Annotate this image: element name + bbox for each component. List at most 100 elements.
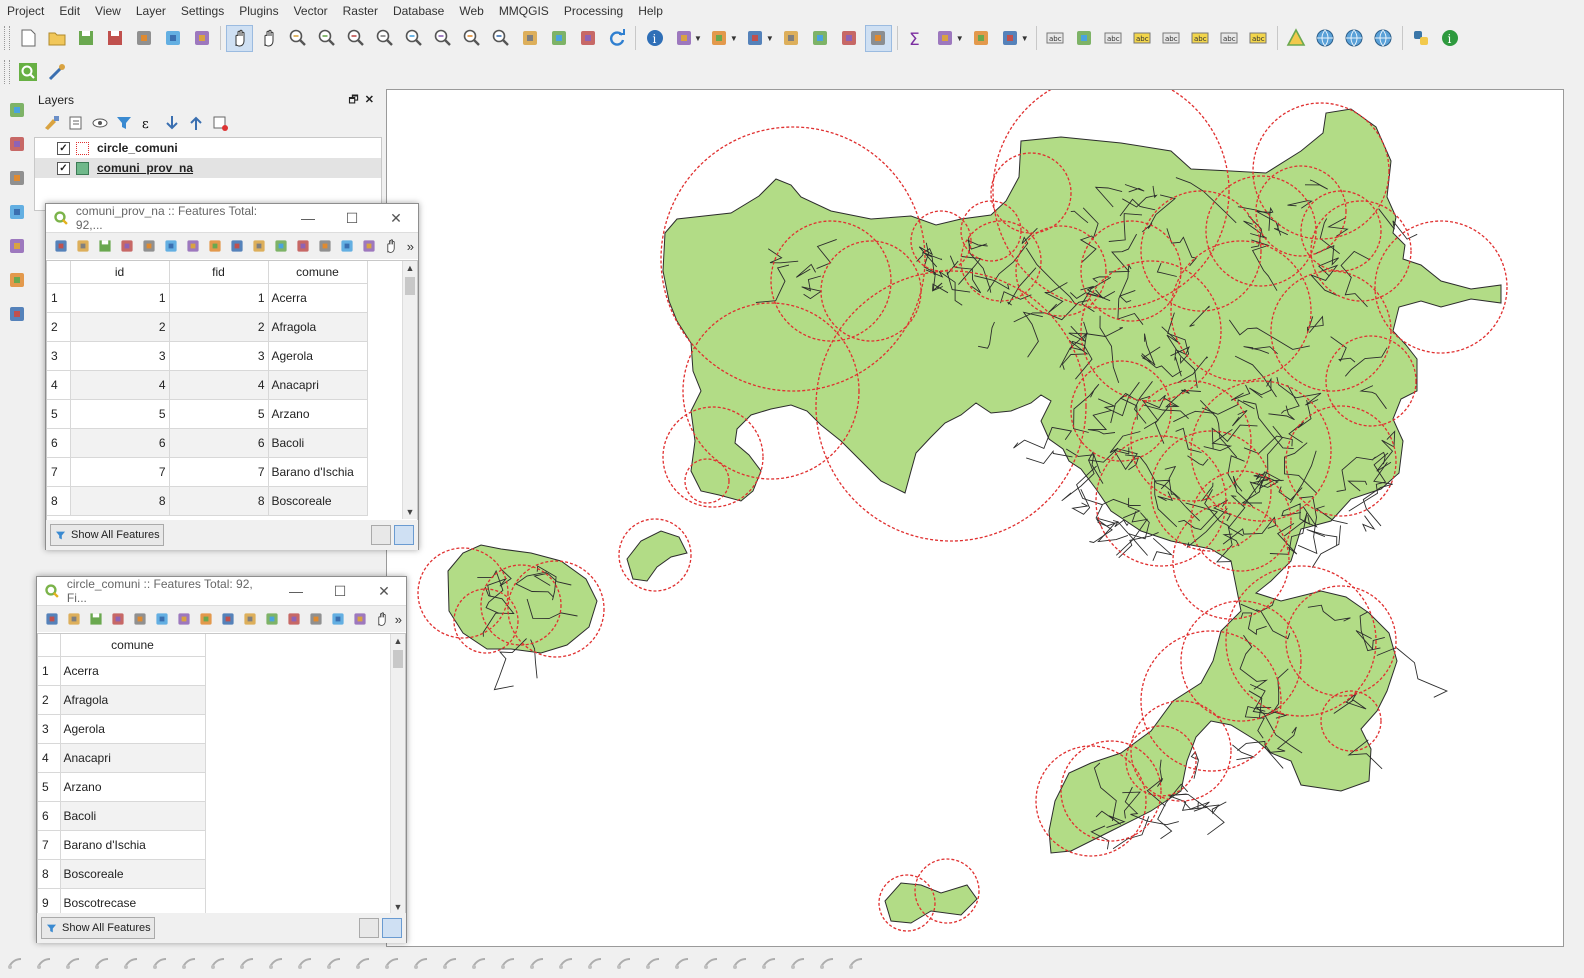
table-cell[interactable]: Bacoli <box>268 428 368 458</box>
move-selection-top-icon[interactable] <box>349 608 371 630</box>
table-cell[interactable]: Agerola <box>60 714 206 744</box>
attribute-table-icon[interactable] <box>807 25 834 52</box>
row-number[interactable]: 3 <box>38 714 61 744</box>
table-cell[interactable]: 1 <box>70 283 170 313</box>
toggle-editing-icon[interactable] <box>41 608 63 630</box>
open-project-icon[interactable] <box>43 25 70 52</box>
identify-icon[interactable]: i <box>641 25 668 52</box>
multi-edit-icon[interactable] <box>63 608 85 630</box>
table-cell[interactable]: 5 <box>169 399 269 429</box>
table-cell[interactable]: 2 <box>169 312 269 342</box>
layer-visibility-checkbox[interactable]: ✓ <box>57 161 70 175</box>
new-map-view-icon[interactable] <box>516 25 543 52</box>
delete-feature-icon[interactable] <box>151 608 173 630</box>
digitizing-tool-icon[interactable] <box>59 950 86 977</box>
new-3d-view-icon[interactable] <box>545 25 572 52</box>
measure-icon[interactable] <box>932 25 959 52</box>
row-number[interactable]: 2 <box>47 312 71 342</box>
table-row[interactable]: 6 Bacoli <box>38 801 206 831</box>
minimize-icon[interactable]: — <box>274 583 318 600</box>
digitizing-tool-icon[interactable] <box>755 950 782 977</box>
row-number[interactable]: 1 <box>38 656 61 686</box>
pan-to-selection-icon[interactable] <box>371 608 393 630</box>
menu-project[interactable]: Project <box>0 4 52 18</box>
add-group-icon[interactable] <box>65 112 87 134</box>
form-view-button[interactable] <box>371 525 391 545</box>
add-vector-layer-icon[interactable] <box>3 96 30 123</box>
table-view-button[interactable] <box>382 918 402 938</box>
globe-search-icon[interactable] <box>1341 25 1368 52</box>
search-locator-icon[interactable] <box>14 59 41 86</box>
toolbar-grip[interactable] <box>4 60 10 84</box>
table-cell[interactable]: 7 <box>169 457 269 487</box>
save-project-icon[interactable] <box>72 25 99 52</box>
menu-web[interactable]: Web <box>452 4 491 18</box>
maximize-icon[interactable]: ☐ <box>318 583 362 600</box>
chevron-down-icon[interactable]: ▼ <box>766 34 774 43</box>
digitizing-tool-icon[interactable] <box>291 950 318 977</box>
label-icon[interactable]: abc <box>1042 25 1069 52</box>
select-by-expression-icon[interactable] <box>248 235 270 257</box>
filter-icon[interactable] <box>113 112 135 134</box>
row-number[interactable]: 6 <box>47 428 71 458</box>
select-all-icon[interactable] <box>270 235 292 257</box>
digitizing-tool-icon[interactable] <box>320 950 347 977</box>
select-features-icon[interactable] <box>706 25 733 52</box>
digitizing-tool-icon[interactable] <box>726 950 753 977</box>
scroll-thumb[interactable] <box>393 650 403 668</box>
column-header[interactable]: id <box>70 261 170 284</box>
layer-item-circle-comuni[interactable]: ✓ circle_comuni <box>35 138 381 158</box>
menu-database[interactable]: Database <box>386 4 452 18</box>
scroll-up-icon[interactable]: ▲ <box>403 263 417 273</box>
zoom-in-icon[interactable] <box>284 25 311 52</box>
save-edits-icon[interactable] <box>94 235 116 257</box>
refresh-icon[interactable] <box>603 25 630 52</box>
cut-icon[interactable] <box>182 235 204 257</box>
digitizing-tool-icon[interactable] <box>697 950 724 977</box>
paste-icon[interactable] <box>217 608 239 630</box>
menu-view[interactable]: View <box>88 4 129 18</box>
remove-layer-icon[interactable] <box>209 112 231 134</box>
show-all-features-button[interactable]: Show All Features <box>50 524 164 546</box>
row-number[interactable]: 5 <box>38 772 61 802</box>
field-calculator-icon[interactable] <box>836 25 863 52</box>
table-cell[interactable]: 6 <box>70 428 170 458</box>
menu-raster[interactable]: Raster <box>336 4 386 18</box>
table-row[interactable]: 1 1 1 Acerra <box>47 283 368 313</box>
table-cell[interactable]: 5 <box>70 399 170 429</box>
digitizing-tool-icon[interactable] <box>233 950 260 977</box>
map-tips-icon[interactable] <box>968 25 995 52</box>
add-feature-icon[interactable] <box>129 608 151 630</box>
table-row[interactable]: 2 Afragola <box>38 685 206 715</box>
close-icon[interactable]: ✕ <box>365 94 374 106</box>
table-cell[interactable]: 8 <box>169 486 269 516</box>
move-selection-top-icon[interactable] <box>358 235 380 257</box>
row-number[interactable]: 2 <box>38 685 61 715</box>
table-view-button[interactable] <box>394 525 414 545</box>
table-cell[interactable]: Bacoli <box>60 801 206 831</box>
table-cell[interactable]: Boscoreale <box>268 486 368 516</box>
row-number[interactable]: 8 <box>47 486 71 516</box>
show-all-features-button[interactable]: Show All Features <box>41 917 155 939</box>
globe-plugin-icon[interactable] <box>1370 25 1397 52</box>
table-row[interactable]: 1 Acerra <box>38 656 206 686</box>
table-cell[interactable]: 8 <box>70 486 170 516</box>
menu-vector[interactable]: Vector <box>287 4 336 18</box>
table-cell[interactable]: Afragola <box>60 685 206 715</box>
digitizing-tool-icon[interactable] <box>146 950 173 977</box>
multi-edit-icon[interactable] <box>72 235 94 257</box>
style-layer-icon[interactable] <box>41 112 63 134</box>
form-view-button[interactable] <box>359 918 379 938</box>
table-cell[interactable]: 1 <box>169 283 269 313</box>
table-row[interactable]: 8 8 8 Boscoreale <box>47 486 368 516</box>
table-cell[interactable]: 4 <box>169 370 269 400</box>
map-canvas[interactable] <box>386 89 1564 947</box>
digitizing-tool-icon[interactable] <box>30 950 57 977</box>
table-cell[interactable]: 6 <box>169 428 269 458</box>
rotate-label-icon[interactable]: abc <box>1187 25 1214 52</box>
column-header[interactable]: comune <box>60 634 206 657</box>
digitizing-tool-icon[interactable] <box>668 950 695 977</box>
new-print-layout-icon[interactable] <box>130 25 157 52</box>
row-number[interactable]: 1 <box>47 283 71 313</box>
zoom-last-icon[interactable] <box>458 25 485 52</box>
